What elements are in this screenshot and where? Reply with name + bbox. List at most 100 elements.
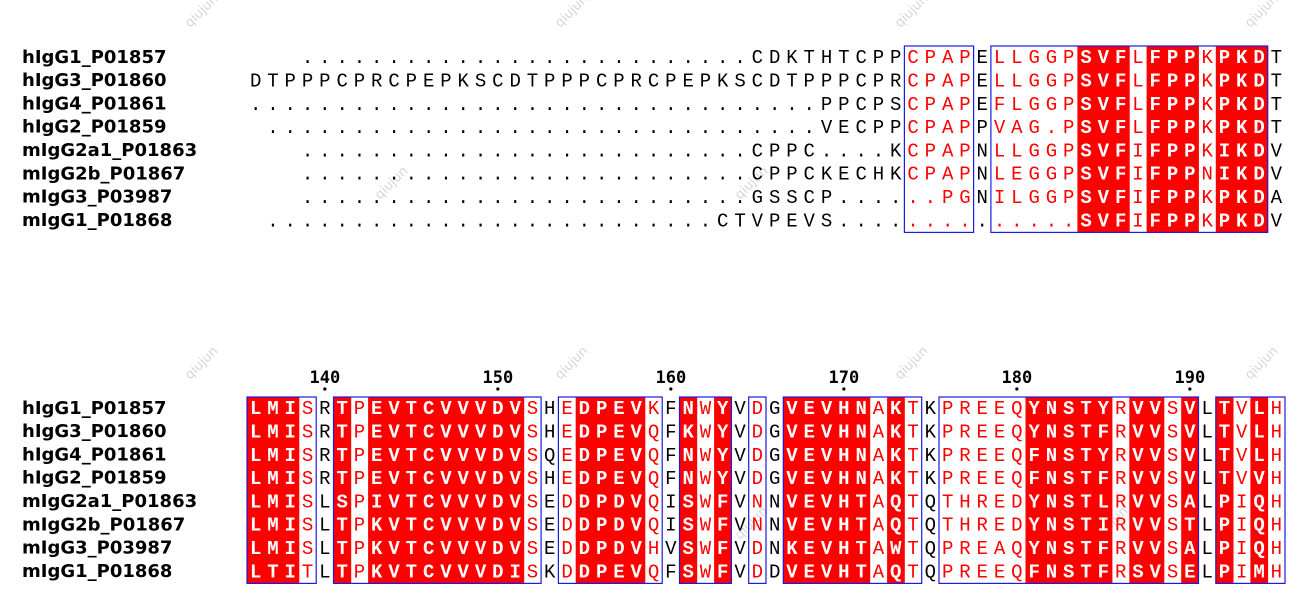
residue: .	[838, 187, 849, 209]
residue: .	[458, 140, 469, 162]
residue: T	[1271, 94, 1282, 116]
residue: Y	[1028, 422, 1040, 444]
residue: P	[959, 94, 970, 116]
residue: V	[475, 445, 487, 467]
residue: F	[717, 491, 728, 513]
residue: D	[561, 515, 572, 537]
residue: V	[1098, 187, 1110, 209]
residue: E	[994, 422, 1005, 444]
ruler-tick-dot	[669, 387, 673, 391]
residue: .	[1063, 210, 1074, 232]
residue: K	[1236, 47, 1248, 69]
residue: D	[613, 515, 624, 537]
residue: P	[544, 71, 555, 93]
residue: S	[527, 398, 538, 420]
residue: E	[682, 71, 693, 93]
residue: K	[458, 71, 470, 93]
residue: P	[354, 468, 365, 490]
residue: P	[1219, 117, 1230, 139]
residue: L	[1201, 561, 1212, 583]
residue: Q	[1011, 445, 1022, 467]
residue: .	[250, 94, 261, 116]
residue: V	[1098, 47, 1110, 69]
residue: R	[977, 491, 988, 513]
residue: .	[388, 117, 399, 139]
residue: .	[267, 210, 278, 232]
residue: .	[354, 94, 365, 116]
residue: D	[1253, 164, 1264, 186]
residue: V	[458, 515, 470, 537]
residue: P	[804, 71, 815, 93]
residue: .	[734, 47, 745, 69]
residue: V	[821, 468, 833, 490]
residue: .	[354, 47, 365, 69]
residue: C	[423, 515, 434, 537]
residue: .	[596, 94, 607, 116]
residue: F	[665, 445, 676, 467]
residue: T	[406, 491, 417, 513]
residue: P	[354, 515, 365, 537]
residue: T	[302, 561, 313, 583]
residue: W	[700, 398, 712, 420]
residue: P	[873, 47, 884, 69]
residue: P	[1167, 47, 1178, 69]
residue: N	[977, 140, 988, 162]
residue: .	[613, 47, 624, 69]
residue: E	[544, 515, 555, 537]
residue: V	[631, 422, 643, 444]
residue: C	[423, 398, 434, 420]
residue: P	[579, 71, 590, 93]
residue: H	[648, 538, 659, 560]
residue: R	[959, 422, 970, 444]
residue: K	[786, 47, 798, 69]
residue: M	[267, 538, 278, 560]
residue: K	[925, 468, 937, 490]
residue: T	[786, 71, 797, 93]
residue: V	[786, 491, 798, 513]
residue: V	[458, 398, 470, 420]
residue: V	[458, 491, 470, 513]
residue: Q	[648, 468, 659, 490]
residue: .	[423, 47, 434, 69]
residue: V	[1236, 445, 1248, 467]
residue: V	[1132, 398, 1144, 420]
residue: W	[890, 538, 902, 560]
residue: V	[440, 515, 452, 537]
residue: .	[907, 210, 918, 232]
residue: C	[855, 71, 866, 93]
residue: Y	[1028, 515, 1040, 537]
residue: .	[336, 117, 347, 139]
residue: P	[1219, 561, 1230, 583]
sequence-name: hIgG1_P01857	[22, 47, 167, 68]
residue: P	[1184, 164, 1195, 186]
residue: T	[406, 445, 417, 467]
residue: F	[1028, 561, 1039, 583]
residue: P	[873, 117, 884, 139]
residue: .	[285, 210, 296, 232]
residue: I	[1236, 561, 1247, 583]
residue: S	[1063, 515, 1074, 537]
residue: G	[1028, 47, 1039, 69]
residue: P	[596, 515, 607, 537]
residue: P	[959, 47, 970, 69]
residue: N	[769, 515, 780, 537]
residue: .	[873, 140, 884, 162]
residue: .	[648, 164, 659, 186]
residue: F	[665, 398, 676, 420]
residue: .	[579, 140, 590, 162]
residue: .	[561, 47, 572, 69]
residue: E	[613, 422, 624, 444]
residue: V	[1150, 561, 1162, 583]
residue: Y	[717, 468, 729, 490]
residue: .	[1046, 210, 1057, 232]
residue: D	[492, 468, 503, 490]
residue: S	[821, 210, 832, 232]
residue: Q	[648, 561, 659, 583]
residue: T	[406, 398, 417, 420]
ruler-tick-dot	[842, 387, 846, 391]
residue: R	[319, 398, 330, 420]
residue: P	[354, 398, 365, 420]
residue: F	[1150, 117, 1161, 139]
residue: Y	[1098, 398, 1110, 420]
residue: V	[1132, 445, 1144, 467]
